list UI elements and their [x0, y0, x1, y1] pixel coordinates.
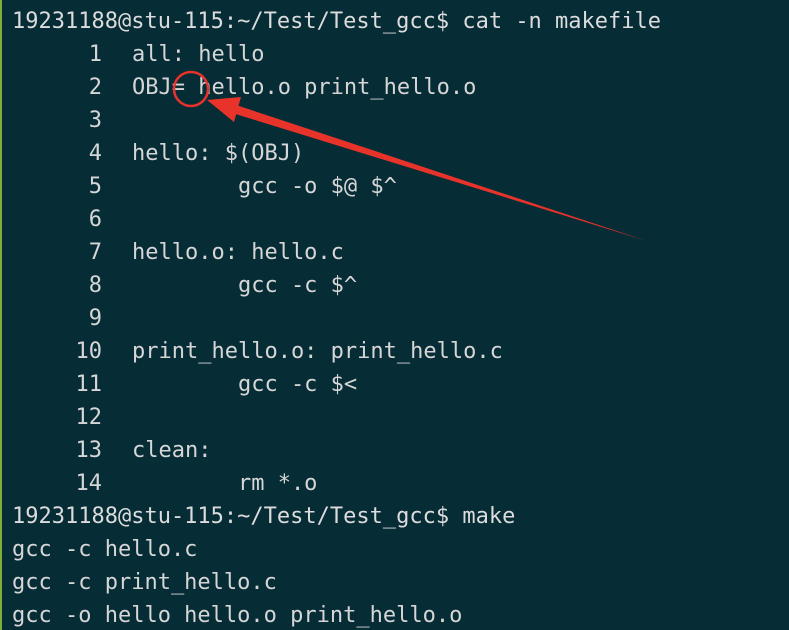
line-number: 10	[75, 339, 103, 364]
make-output-line: gcc -c hello.c	[12, 537, 198, 562]
file-line: 3	[12, 104, 132, 137]
line-text: rm *.o	[132, 471, 318, 496]
prompt-line-cat: 19231188@stu-115:~/Test/Test_gcc$ cat -n…	[12, 9, 662, 34]
file-line: 8 gcc -c $^	[12, 269, 357, 302]
file-line: 12	[12, 401, 132, 434]
line-number: 14	[75, 471, 103, 496]
line-text: all: hello	[132, 42, 265, 67]
line-number: 1	[88, 42, 102, 67]
file-line: 2 OBJ= hello.o print_hello.o	[12, 71, 477, 104]
line-number: 5	[88, 174, 102, 199]
line-text: OBJ= hello.o print_hello.o	[132, 75, 477, 100]
make-output-line: gcc -o hello hello.o print_hello.o	[12, 603, 463, 628]
line-text: hello: $(OBJ)	[132, 141, 305, 166]
file-line: 13 clean:	[12, 434, 212, 467]
file-line: 10 print_hello.o: print_hello.c	[12, 335, 503, 368]
file-line: 5 gcc -o $@ $^	[12, 170, 397, 203]
line-number: 9	[88, 306, 102, 331]
terminal-window[interactable]: 19231188@stu-115:~/Test/Test_gcc$ cat -n…	[0, 0, 789, 630]
line-number: 2	[88, 75, 102, 100]
line-number: 3	[88, 108, 102, 133]
line-text: gcc -o $@ $^	[132, 174, 397, 199]
line-number: 11	[75, 372, 103, 397]
line-number: 7	[88, 240, 102, 265]
file-line: 11 gcc -c $<	[12, 368, 358, 401]
line-text: gcc -c $^	[132, 273, 358, 298]
line-text: hello.o: hello.c	[132, 240, 344, 265]
file-line: 6	[12, 203, 132, 236]
file-line: 4 hello: $(OBJ)	[12, 137, 304, 170]
line-text: clean:	[132, 438, 212, 463]
line-text: gcc -c $<	[132, 372, 358, 397]
file-line: 9	[12, 302, 132, 335]
line-number: 4	[88, 141, 102, 166]
make-output-line: gcc -c print_hello.c	[12, 570, 277, 595]
file-line: 14 rm *.o	[12, 467, 318, 500]
line-number: 8	[88, 273, 102, 298]
line-text: print_hello.o: print_hello.c	[132, 339, 503, 364]
line-number: 6	[88, 207, 102, 232]
line-number: 12	[75, 405, 103, 430]
prompt-line-make: 19231188@stu-115:~/Test/Test_gcc$ make	[12, 504, 516, 529]
line-number: 13	[75, 438, 103, 463]
file-line: 1 all: hello	[12, 38, 265, 71]
file-line: 7 hello.o: hello.c	[12, 236, 344, 269]
